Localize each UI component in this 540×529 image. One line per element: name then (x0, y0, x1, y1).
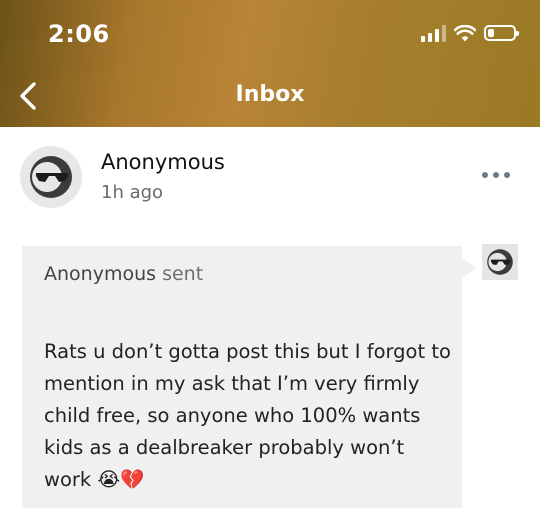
sender-timestamp: 1h ago (101, 182, 164, 203)
message-sender-label: Anonymous (44, 263, 157, 285)
page-title: Inbox (235, 82, 305, 107)
status-icons (421, 22, 519, 44)
anonymous-sunglasses-icon (487, 249, 513, 275)
message-avatar[interactable] (482, 244, 518, 280)
app-header: 2:06 Inbox (0, 0, 540, 127)
dot-icon (504, 172, 510, 178)
sent-line: Anonymous sent (44, 263, 203, 285)
sent-label: sent (162, 263, 204, 285)
message-bubble: Anonymous sent Rats u don’t gotta post t… (22, 246, 476, 508)
status-time: 2:06 (48, 20, 110, 48)
dot-icon (482, 172, 488, 178)
wifi-icon (454, 24, 476, 41)
battery-icon (484, 25, 519, 41)
sender-name[interactable]: Anonymous (101, 150, 225, 174)
dot-icon (493, 172, 499, 178)
sender-avatar[interactable] (20, 146, 82, 208)
cellular-signal-icon (421, 24, 446, 42)
more-options-button[interactable] (482, 172, 510, 178)
anonymous-sunglasses-icon (30, 156, 72, 198)
message-text: Rats u don’t gotta post this but I forgo… (44, 340, 451, 491)
